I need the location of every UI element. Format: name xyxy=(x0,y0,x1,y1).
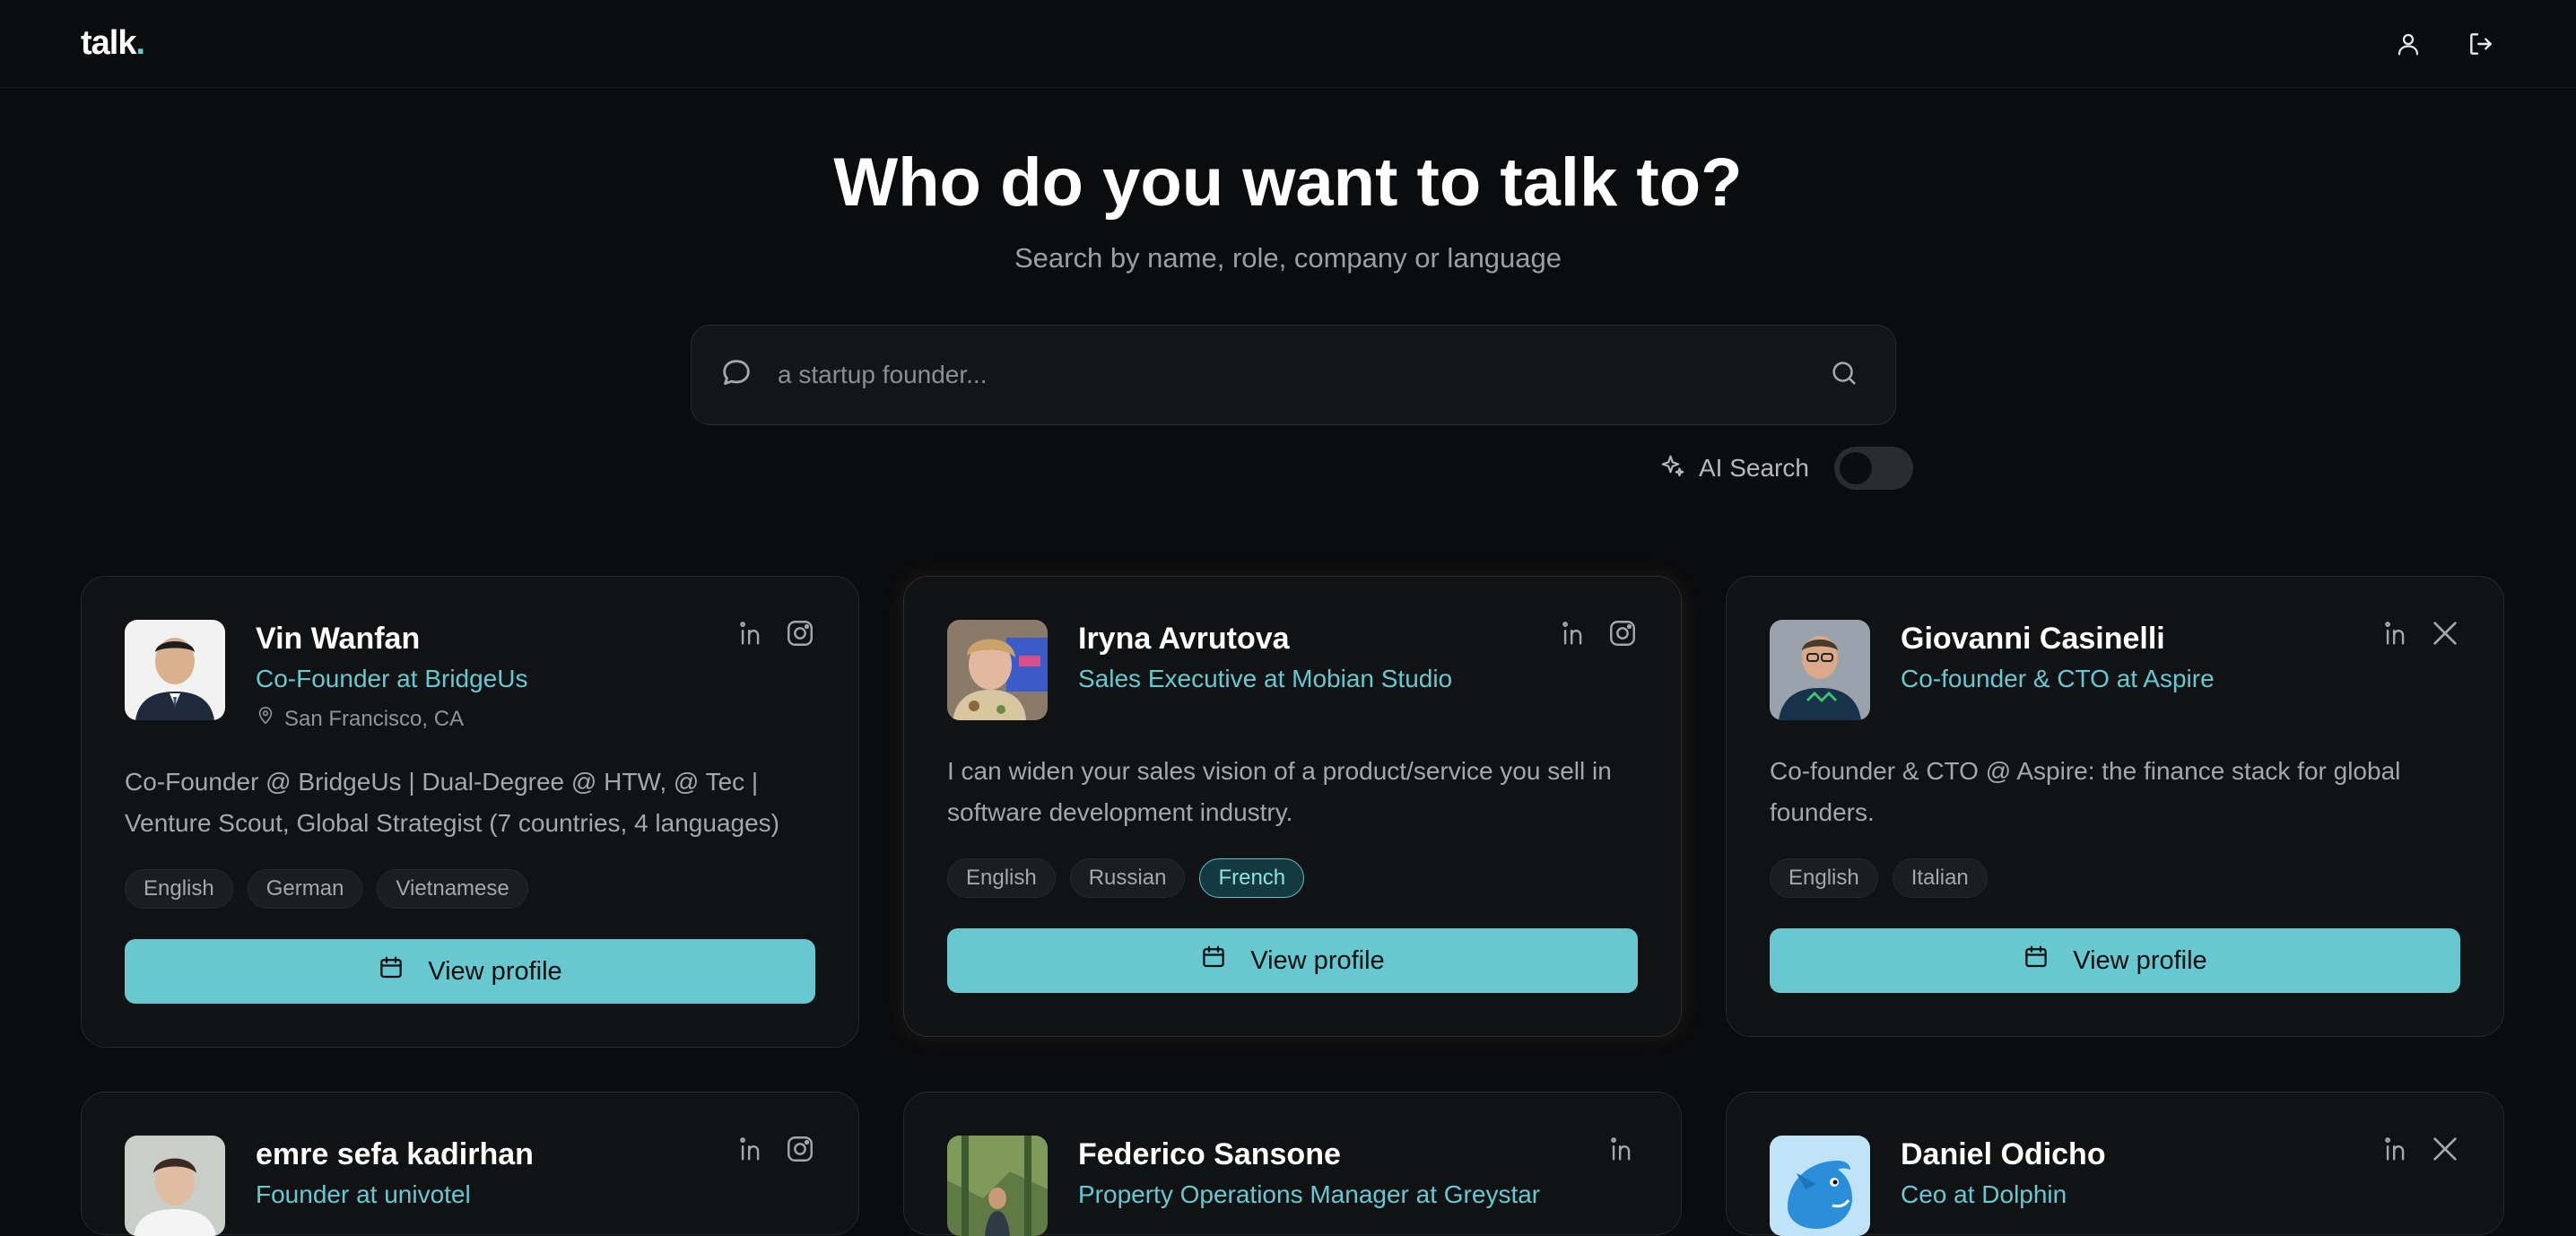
profile-role: Founder at univotel xyxy=(256,1180,471,1208)
avatar xyxy=(125,620,225,720)
profile-bio: I can widen your sales vision of a produ… xyxy=(947,757,1612,826)
linkedin-icon[interactable] xyxy=(2381,1134,2412,1164)
language-tag: Russian xyxy=(1069,858,1186,898)
view-profile-label: View profile xyxy=(1250,945,1385,975)
profile-role: Ceo at Dolphin xyxy=(1901,1180,2067,1208)
linkedin-icon[interactable] xyxy=(2381,618,2412,648)
language-tags: English Italian xyxy=(1770,858,1988,898)
profile-name: Giovanni Casinelli xyxy=(1901,622,2165,656)
instagram-icon[interactable] xyxy=(785,618,815,648)
view-profile-label: View profile xyxy=(428,956,562,986)
social-links xyxy=(2381,618,2460,648)
search-bar xyxy=(691,325,1896,425)
ai-search-row: AI Search xyxy=(1659,447,1913,490)
logout-icon[interactable] xyxy=(2467,30,2495,58)
profile-role: Co-founder & CTO at Aspire xyxy=(1901,665,2215,692)
view-profile-label: View profile xyxy=(2073,945,2207,975)
social-links xyxy=(736,618,815,648)
page-title: Who do you want to talk to? xyxy=(833,144,1743,221)
calendar-icon xyxy=(378,954,405,988)
profile-role: Co-Founder at BridgeUs xyxy=(256,665,528,692)
avatar xyxy=(947,1136,1048,1236)
social-links xyxy=(2381,1134,2460,1164)
instagram-icon[interactable] xyxy=(1607,618,1638,648)
top-bar: talk. xyxy=(0,0,2576,88)
header-actions xyxy=(2395,30,2495,58)
profile-name: emre sefa kadirhan xyxy=(256,1137,534,1171)
profile-role: Sales Executive at Mobian Studio xyxy=(1078,665,1453,692)
profile-card: Daniel Odicho Ceo at Dolphin xyxy=(1726,1092,2504,1236)
search-icon[interactable] xyxy=(1829,358,1859,393)
chat-bubble-icon xyxy=(718,355,754,396)
ai-search-label: AI Search xyxy=(1699,454,1809,482)
search-input[interactable] xyxy=(778,361,1829,389)
avatar xyxy=(1770,620,1870,720)
avatar xyxy=(125,1136,225,1236)
profile-role: Property Operations Manager at Greystar xyxy=(1078,1180,1541,1208)
logo[interactable]: talk. xyxy=(81,24,145,63)
profile-bio: Co-Founder @ BridgeUs | Dual-Degree @ HT… xyxy=(125,768,779,837)
profile-card: Giovanni Casinelli Co-founder & CTO at A… xyxy=(1726,576,2504,1037)
profile-location: San Francisco, CA xyxy=(256,706,464,732)
profile-name: Iryna Avrutova xyxy=(1078,622,1290,656)
calendar-icon xyxy=(1200,944,1227,978)
social-links xyxy=(736,1134,815,1164)
view-profile-button[interactable]: View profile xyxy=(125,939,815,1004)
calendar-icon xyxy=(2023,944,2049,978)
linkedin-icon[interactable] xyxy=(1607,1134,1638,1164)
user-icon[interactable] xyxy=(2395,30,2422,58)
view-profile-button[interactable]: View profile xyxy=(1770,928,2460,993)
x-icon[interactable] xyxy=(2430,1134,2460,1164)
view-profile-button[interactable]: View profile xyxy=(947,928,1638,993)
language-tag: English xyxy=(947,858,1056,898)
profile-card: Vin Wanfan Co-Founder at BridgeUs San Fr… xyxy=(81,576,859,1048)
linkedin-icon[interactable] xyxy=(736,618,767,648)
linkedin-icon[interactable] xyxy=(736,1134,767,1164)
language-tag: Vietnamese xyxy=(377,869,528,909)
page-subtitle: Search by name, role, company or languag… xyxy=(1014,242,1562,274)
linkedin-icon[interactable] xyxy=(1559,618,1589,648)
language-tag-highlighted: French xyxy=(1199,858,1305,898)
language-tag: English xyxy=(125,869,233,909)
language-tag: German xyxy=(247,869,363,909)
profile-card: emre sefa kadirhan Founder at univotel xyxy=(81,1092,859,1236)
language-tag: Italian xyxy=(1892,858,1988,898)
profile-name: Vin Wanfan xyxy=(256,622,421,656)
social-links xyxy=(1559,618,1638,648)
avatar xyxy=(1770,1136,1870,1236)
profile-name: Daniel Odicho xyxy=(1901,1137,2106,1171)
profile-card: Federico Sansone Property Operations Man… xyxy=(903,1092,1682,1236)
language-tag: English xyxy=(1770,858,1878,898)
profile-card: Iryna Avrutova Sales Executive at Mobian… xyxy=(903,576,1682,1037)
language-tags: English Russian French xyxy=(947,858,1305,898)
avatar xyxy=(947,620,1048,720)
location-text: San Francisco, CA xyxy=(284,706,465,731)
x-icon[interactable] xyxy=(2430,618,2460,648)
toggle-knob xyxy=(1839,452,1872,484)
sparkle-icon xyxy=(1659,453,1686,484)
instagram-icon[interactable] xyxy=(785,1134,815,1164)
profile-bio: Co-founder & CTO @ Aspire: the finance s… xyxy=(1770,757,2401,826)
language-tags: English German Vietnamese xyxy=(125,869,528,909)
profile-name: Federico Sansone xyxy=(1078,1137,1341,1171)
location-pin-icon xyxy=(256,706,275,732)
social-links xyxy=(1607,1134,1638,1164)
ai-search-toggle[interactable] xyxy=(1833,447,1913,490)
